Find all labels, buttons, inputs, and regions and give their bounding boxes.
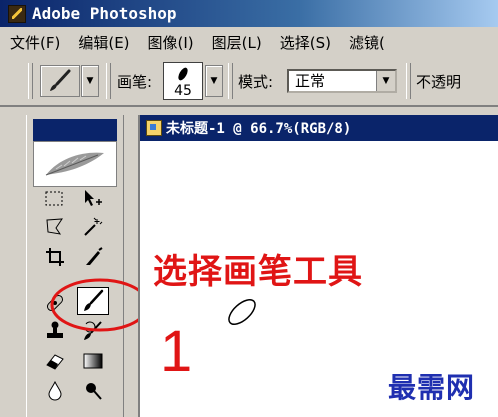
app-title-bar: Adobe Photoshop [0, 0, 498, 27]
brush-preset-picker[interactable]: 45 [163, 62, 203, 100]
blur-tool[interactable] [39, 377, 71, 405]
triangle-down-icon: ▼ [210, 76, 218, 86]
feather-logo[interactable] [33, 141, 117, 187]
blend-mode-value: 正常 [295, 72, 326, 90]
tool-preset-picker[interactable] [40, 65, 80, 97]
brush-tip-icon [178, 67, 188, 81]
triangle-down-icon: ▼ [86, 76, 94, 86]
brush-label: 画笔: [117, 73, 153, 91]
feather-icon [45, 152, 104, 176]
options-bar-divider [228, 63, 233, 99]
watermark-text: 最需网 [388, 371, 476, 404]
document-title-bar[interactable]: 未标题-1 @ 66.7%(RGB/8) [140, 115, 498, 141]
highlight-circle [50, 278, 150, 332]
gradient-tool[interactable] [77, 347, 109, 375]
brush-size-value: 45 [174, 83, 192, 99]
crop-icon [46, 248, 64, 266]
dodge-tool[interactable] [77, 377, 109, 405]
menu-filter[interactable]: 滤镜( [339, 32, 385, 53]
brush-cursor-outline [228, 299, 256, 325]
opacity-label: 不透明 [416, 73, 462, 91]
brush-icon [50, 69, 71, 91]
marquee-icon [45, 191, 63, 206]
eraser-tool[interactable] [39, 347, 71, 375]
options-bar-divider [106, 63, 111, 99]
menu-select[interactable]: 选择(S) [270, 32, 331, 53]
menu-bar: 文件(F) 编辑(E) 图像(I) 图层(L) 选择(S) 滤镜( [0, 27, 498, 58]
options-bar-grip[interactable] [28, 63, 33, 99]
options-bar-divider [406, 63, 411, 99]
magic-wand-icon [84, 217, 103, 236]
document-title: 未标题-1 @ 66.7%(RGB/8) [166, 121, 352, 137]
menu-file[interactable]: 文件(F) [0, 32, 60, 53]
menu-edit[interactable]: 编辑(E) [68, 32, 129, 53]
lasso-tool[interactable] [39, 213, 71, 241]
menu-layer[interactable]: 图层(L) [202, 32, 262, 53]
blend-mode-select[interactable]: 正常 ▼ [287, 69, 397, 93]
photoshop-app-icon [8, 4, 26, 23]
mode-label: 模式: [238, 73, 274, 91]
dodge-icon [86, 383, 102, 400]
crop-tool[interactable] [39, 243, 71, 271]
move-tool[interactable] [77, 185, 109, 213]
step-number: 1 [160, 319, 193, 384]
brush-dropdown-button[interactable]: ▼ [205, 65, 223, 97]
toolbox-title-bar[interactable] [33, 119, 117, 141]
magic-wand-tool[interactable] [77, 213, 109, 241]
marquee-tool[interactable] [39, 185, 71, 213]
instruction-annotation: 选择画笔工具 [153, 252, 363, 292]
slice-tool[interactable] [77, 243, 109, 271]
tool-preset-dropdown-button[interactable]: ▼ [81, 65, 99, 97]
gradient-icon [83, 353, 103, 369]
tool-options-bar: ▼ 画笔: 45 ▼ 模式: 正常 ▼ 不透明 [0, 57, 498, 107]
lasso-icon [46, 218, 63, 235]
slice-icon [86, 247, 103, 265]
eraser-icon [46, 354, 64, 370]
menu-image[interactable]: 图像(I) [138, 32, 194, 53]
move-icon [85, 190, 102, 206]
droplet-icon [48, 380, 62, 401]
document-icon [146, 120, 162, 136]
triangle-down-icon[interactable]: ▼ [376, 71, 395, 91]
app-title: Adobe Photoshop [32, 4, 177, 23]
toolbox-panel [26, 115, 124, 417]
